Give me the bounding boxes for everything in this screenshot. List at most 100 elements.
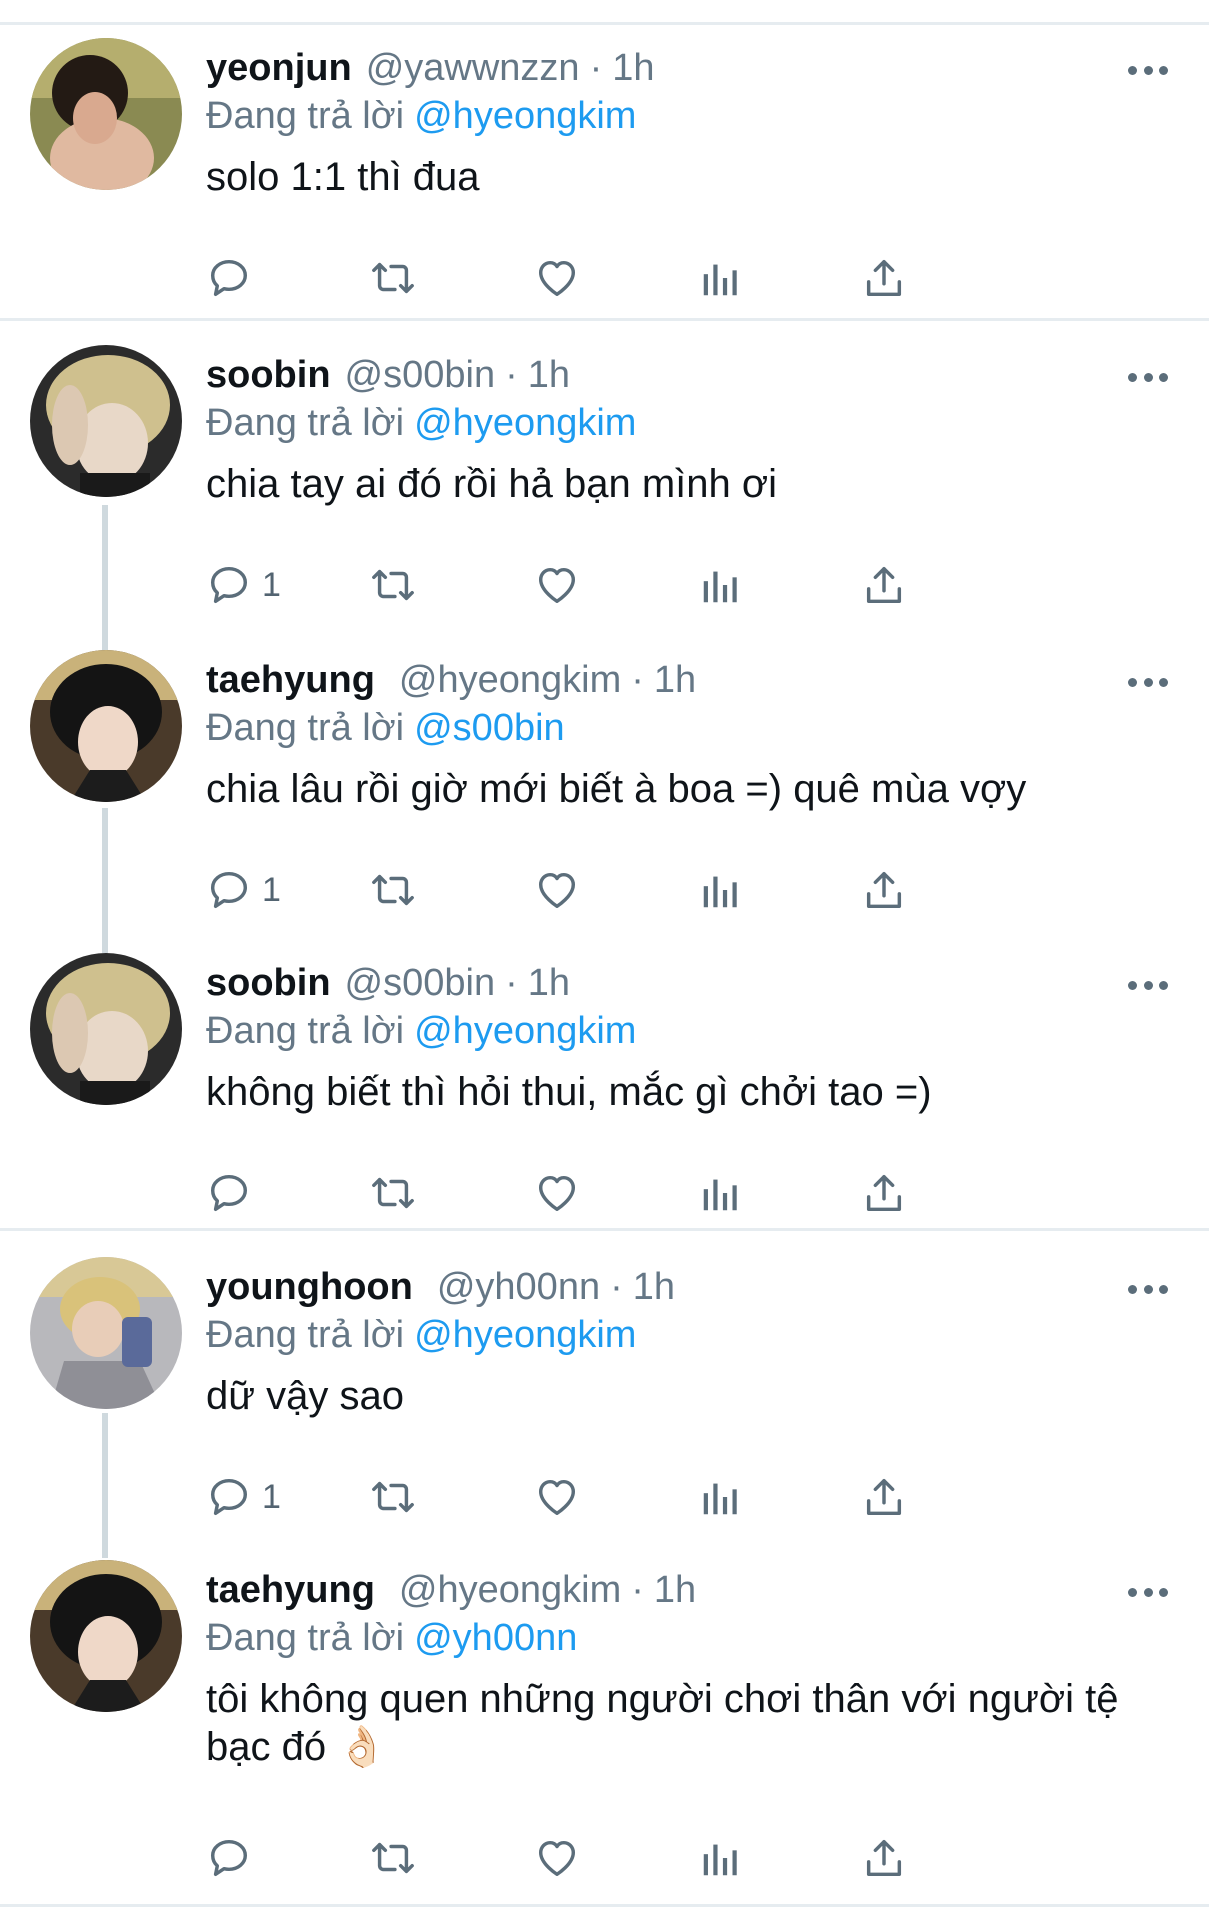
analytics-icon [703,264,737,296]
timestamp[interactable]: 1h [633,1257,675,1317]
avatar[interactable] [30,1560,182,1712]
separator-dot: · [589,47,603,89]
like-button[interactable] [534,1828,580,1888]
heart-icon [538,1479,576,1516]
reply-button[interactable] [206,1163,262,1223]
display-name[interactable]: yeonjun [206,38,352,98]
reply-context: Đang trả lời @hyeongkim [206,397,636,449]
share-button[interactable] [861,860,907,920]
like-button[interactable] [534,1163,580,1223]
reply-icon [210,259,248,297]
reply-button[interactable] [206,1828,262,1888]
timestamp[interactable]: 1h [528,345,570,405]
reply-count: 1 [262,565,281,604]
user-handle[interactable]: @yh00nn [437,1257,600,1317]
display-name[interactable]: soobin [206,345,331,405]
separator-dot: · [631,1569,644,1611]
user-handle[interactable]: @s00bin [345,345,496,405]
avatar[interactable] [30,650,182,802]
separator-dot: · [610,1266,623,1308]
user-handle[interactable]: @hyeongkim [399,1560,621,1620]
divider [0,318,1209,321]
share-button[interactable] [861,1828,907,1888]
tweet-text: solo 1:1 thì đua [206,155,480,199]
reply-button[interactable]: 1 [206,860,281,920]
like-button[interactable] [534,860,580,920]
thread-line [102,808,108,953]
retweet-button[interactable] [368,248,418,308]
tweet-text: tôi không quen những người chơi thân với… [206,1677,1119,1769]
avatar[interactable] [30,953,182,1105]
views-button[interactable] [698,860,744,920]
retweet-icon [372,874,414,906]
user-handle[interactable]: @yawwnzzn [366,38,580,98]
user-handle[interactable]: @hyeongkim [399,650,621,710]
reply-prefix: Đang trả lời [206,707,405,749]
like-button[interactable] [534,248,580,308]
retweet-button[interactable] [368,555,418,615]
retweet-button[interactable] [368,1828,418,1888]
views-button[interactable] [698,248,744,308]
more-options-icon[interactable] [1128,1285,1168,1297]
mention-link[interactable]: @yh00nn [414,1617,577,1659]
timestamp[interactable]: 1h [654,650,696,710]
reply-button[interactable] [206,248,262,308]
timestamp[interactable]: 1h [528,953,570,1013]
reply-button[interactable]: 1 [206,555,281,615]
more-options-icon[interactable] [1128,66,1168,78]
reply-context: Đang trả lời @hyeongkim [206,90,636,142]
reply-context: Đang trả lời @yh00nn [206,1612,577,1664]
display-name[interactable]: soobin [206,953,331,1013]
avatar[interactable] [30,38,182,190]
avatar[interactable] [30,345,182,497]
tweet-text: chia tay ai đó rồi hả bạn mình ơi [206,462,777,506]
retweet-button[interactable] [368,1163,418,1223]
analytics-icon [703,1483,737,1515]
more-options-icon[interactable] [1128,373,1168,385]
more-options-icon[interactable] [1128,1588,1168,1600]
views-button[interactable] [698,1467,744,1527]
tweet-header: soobin @s00bin · 1h [206,345,570,405]
timestamp[interactable]: 1h [612,38,654,98]
reply-button[interactable]: 1 [206,1467,281,1527]
display-name[interactable]: taehyung [206,1560,375,1620]
divider [0,22,1209,25]
mention-link[interactable]: @s00bin [414,707,565,749]
tweet-header: taehyung @hyeongkim · 1h [206,1560,696,1620]
share-button[interactable] [861,1163,907,1223]
analytics-icon [703,571,737,603]
display-name[interactable]: younghoon [206,1257,413,1317]
mention-link[interactable]: @hyeongkim [414,1314,636,1356]
views-button[interactable] [698,555,744,615]
retweet-button[interactable] [368,1467,418,1527]
share-button[interactable] [861,555,907,615]
like-button[interactable] [534,1467,580,1527]
display-name[interactable]: taehyung [206,650,375,710]
share-button[interactable] [861,1467,907,1527]
tweet-header: yeonjun @yawwnzzn · 1h [206,38,655,98]
timestamp[interactable]: 1h [654,1560,696,1620]
action-bar: 1 [206,860,1086,920]
views-button[interactable] [698,1828,744,1888]
analytics-icon [703,1844,737,1876]
mention-link[interactable]: @hyeongkim [414,1010,636,1052]
like-button[interactable] [534,555,580,615]
retweet-icon [372,262,414,294]
avatar[interactable] [30,1257,182,1409]
retweet-icon [372,1842,414,1874]
heart-icon [538,260,576,297]
thread-line [102,1413,108,1558]
tweet-header: soobin @s00bin · 1h [206,953,570,1013]
share-icon [866,1174,902,1212]
more-options-icon[interactable] [1128,678,1168,690]
more-options-icon[interactable] [1128,981,1168,993]
analytics-icon [703,876,737,908]
mention-link[interactable]: @hyeongkim [414,95,636,137]
views-button[interactable] [698,1163,744,1223]
tweet-header: taehyung @hyeongkim · 1h [206,650,696,710]
share-button[interactable] [861,248,907,308]
mention-link[interactable]: @hyeongkim [414,402,636,444]
retweet-icon [372,1481,414,1513]
retweet-button[interactable] [368,860,418,920]
user-handle[interactable]: @s00bin [345,953,496,1013]
